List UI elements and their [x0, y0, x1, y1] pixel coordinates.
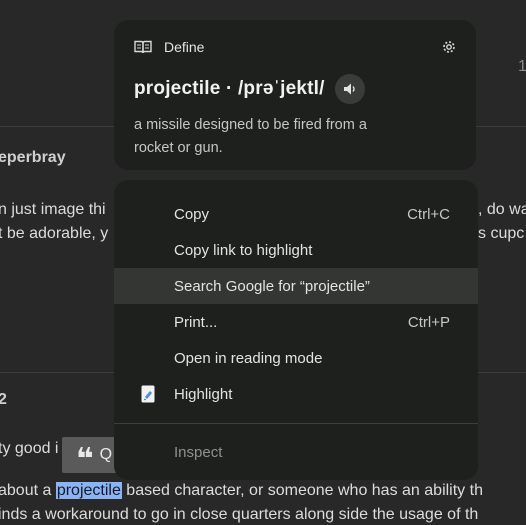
menu-item-search-google[interactable]: Search Google for “projectile” [114, 268, 478, 304]
menu-item-label: Highlight [174, 385, 233, 403]
post2-line1: ty good i [0, 440, 59, 457]
define-title: Define [164, 39, 205, 55]
gear-icon[interactable] [442, 40, 456, 54]
definition-text: a missile designed to be fired from a ro… [134, 117, 367, 156]
post2-line2-before: about a [0, 482, 56, 499]
post2-line3: inds a workaround to go in close quarter… [0, 506, 479, 523]
menu-item-shortcut: Ctrl+C [407, 205, 450, 223]
post1-line1-left: n just image thi [0, 201, 106, 218]
word-pronunciation: projectile · /prəˈjektl/ [134, 78, 325, 99]
define-header: Define [134, 38, 456, 56]
menu-item-open-reading-mode[interactable]: Open in reading mode [114, 340, 478, 376]
post2-username[interactable]: 2 [0, 391, 7, 409]
menu-item-highlight[interactable]: Highlight [114, 376, 478, 412]
quote-icon: ❝ [76, 443, 94, 476]
menu-item-label: Inspect [174, 443, 223, 461]
menu-item-print[interactable]: Print... Ctrl+P [114, 304, 478, 340]
post1-username[interactable]: eperbray [0, 149, 66, 167]
post1-line1-right: , do wa [478, 201, 526, 218]
post1-line2-right: s cupc [478, 225, 525, 242]
menu-item-label: Print... [174, 313, 218, 331]
quote-label: Q [99, 446, 113, 463]
menu-item-label: Open in reading mode [174, 349, 323, 367]
menu-item-shortcut: Ctrl+P [407, 313, 450, 331]
word-line: projectile · /prəˈjektl/ [134, 74, 456, 104]
menu-item-copy-link-to-highlight[interactable]: Copy link to highlight [114, 232, 478, 268]
book-icon [134, 40, 152, 54]
highlight-icon [141, 385, 155, 403]
menu-item-label: Search Google for “projectile” [174, 277, 370, 295]
top-right-number: 1 [518, 58, 526, 75]
menu-item-inspect[interactable]: Inspect [114, 434, 478, 470]
menu-divider [114, 423, 478, 424]
post2-line2: about a projectile based character, or s… [0, 482, 483, 500]
menu-item-copy[interactable]: Copy Ctrl+C [114, 196, 478, 232]
speaker-icon [343, 83, 355, 95]
speaker-button[interactable] [334, 74, 365, 104]
post2-line2-after: based character, or someone who has an a… [121, 482, 483, 499]
menu-item-label: Copy [174, 205, 210, 223]
menu-item-label: Copy link to highlight [174, 241, 313, 259]
post1-line2-left: t be adorable, y [0, 225, 109, 242]
selected-text[interactable]: projectile [55, 482, 122, 499]
define-card: Define projectile · /prəˈjektl/ a missil… [114, 20, 476, 170]
context-menu: Copy Ctrl+C Copy link to highlight Searc… [114, 180, 478, 480]
